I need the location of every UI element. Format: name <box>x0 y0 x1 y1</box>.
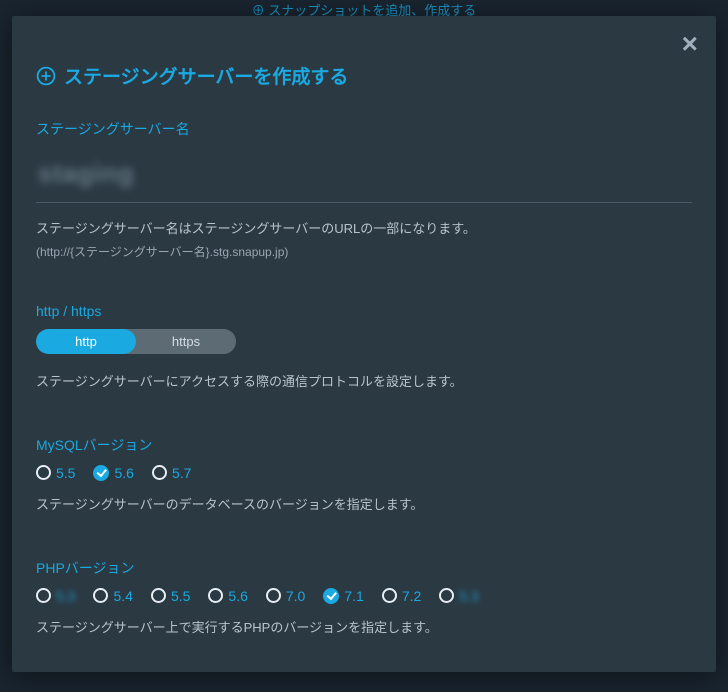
radio-label: 5.3 <box>56 588 75 604</box>
php-option-7[interactable]: 5.3 <box>439 588 478 604</box>
radio-unchecked-icon <box>266 588 281 603</box>
radio-unchecked-icon <box>93 588 108 603</box>
modal-dialog: × ステージングサーバーを作成する ステージングサーバー名 ステージングサーバー… <box>12 16 716 672</box>
radio-unchecked-icon <box>151 588 166 603</box>
radio-label: 7.2 <box>402 588 421 604</box>
php-option-3[interactable]: 5.6 <box>208 588 247 604</box>
php-option-2[interactable]: 5.5 <box>151 588 190 604</box>
name-section-label: ステージングサーバー名 <box>36 119 692 139</box>
protocol-section-label: http / https <box>36 303 692 319</box>
radio-checked-icon <box>93 465 109 481</box>
protocol-option-https[interactable]: https <box>136 329 236 354</box>
name-input-row <box>36 149 692 203</box>
name-hint-1: ステージングサーバー名はステージングサーバーのURLの一部になります。 <box>36 217 692 242</box>
php-option-5[interactable]: 7.1 <box>323 588 363 604</box>
radio-label: 5.4 <box>113 588 132 604</box>
radio-label: 5.5 <box>171 588 190 604</box>
mysql-option-5-7[interactable]: 5.7 <box>152 465 191 481</box>
php-option-1[interactable]: 5.4 <box>93 588 132 604</box>
protocol-option-http[interactable]: http <box>36 329 136 354</box>
mysql-hint: ステージングサーバーのデータベースのバージョンを指定します。 <box>36 493 692 518</box>
radio-unchecked-icon <box>152 465 167 480</box>
radio-unchecked-icon <box>36 588 51 603</box>
radio-label: 5.6 <box>114 465 133 481</box>
close-button[interactable]: × <box>678 26 702 62</box>
protocol-hint: ステージングサーバーにアクセスする際の通信プロトコルを設定します。 <box>36 370 692 395</box>
plus-circle-icon <box>36 66 56 86</box>
radio-unchecked-icon <box>36 465 51 480</box>
radio-label: 5.3 <box>459 588 478 604</box>
radio-checked-icon <box>323 588 339 604</box>
php-option-4[interactable]: 7.0 <box>266 588 305 604</box>
php-hint: ステージングサーバー上で実行するPHPのバージョンを指定します。 <box>36 616 692 641</box>
mysql-section-label: MySQLバージョン <box>36 435 692 455</box>
radio-unchecked-icon <box>208 588 223 603</box>
php-radio-row: 5.3 5.4 5.5 5.6 7.0 7.1 7.2 5.3 <box>36 588 692 604</box>
radio-label: 5.5 <box>56 465 75 481</box>
mysql-option-5-5[interactable]: 5.5 <box>36 465 75 481</box>
mysql-section: MySQLバージョン 5.5 5.6 5.7 ステージングサーバーのデータベースのバ… <box>36 435 692 518</box>
mysql-radio-row: 5.5 5.6 5.7 <box>36 465 692 481</box>
protocol-section: http / https http https ステージングサーバーにアクセスす… <box>36 303 692 395</box>
php-section-label: PHPバージョン <box>36 558 692 578</box>
staging-name-input[interactable] <box>36 157 696 190</box>
php-option-0[interactable]: 5.3 <box>36 588 75 604</box>
mysql-option-5-6[interactable]: 5.6 <box>93 465 133 481</box>
php-section: PHPバージョン 5.3 5.4 5.5 5.6 7.0 7.1 7.2 5.3 ステージング… <box>36 558 692 641</box>
php-option-6[interactable]: 7.2 <box>382 588 421 604</box>
radio-label: 7.0 <box>286 588 305 604</box>
protocol-toggle: http https <box>36 329 236 354</box>
radio-unchecked-icon <box>439 588 454 603</box>
radio-label: 5.7 <box>172 465 191 481</box>
radio-label: 5.6 <box>228 588 247 604</box>
modal-title-text: ステージングサーバーを作成する <box>64 62 348 89</box>
name-hint-2: (http://{ステージングサーバー名}.stg.snapup.jp) <box>36 242 692 264</box>
modal-title: ステージングサーバーを作成する <box>36 62 692 89</box>
radio-unchecked-icon <box>382 588 397 603</box>
radio-label: 7.1 <box>344 588 363 604</box>
